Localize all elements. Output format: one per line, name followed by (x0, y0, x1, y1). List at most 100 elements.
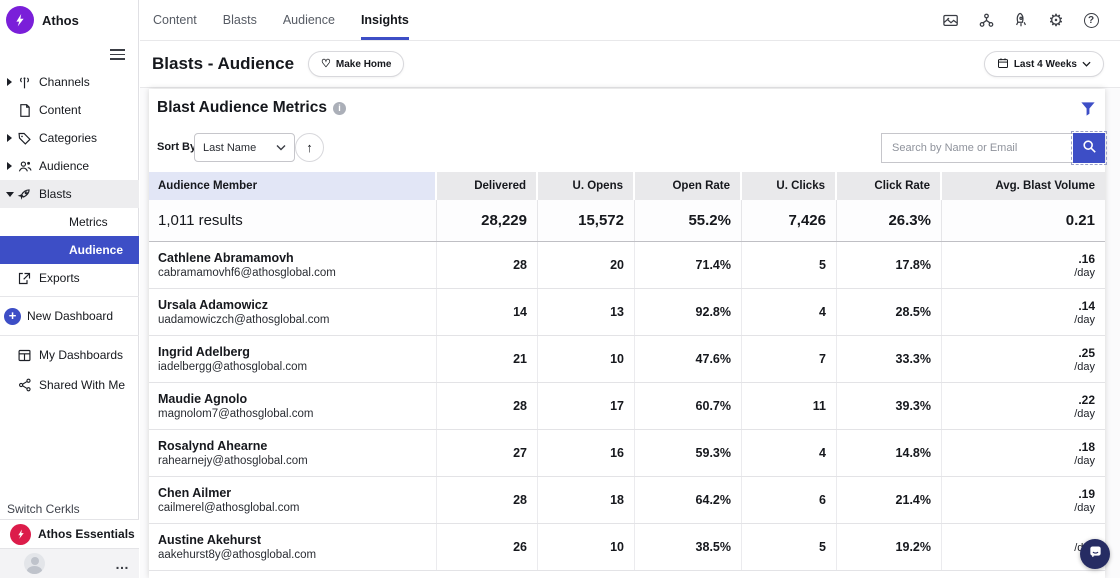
member-email: magnolom7@athosglobal.com (158, 408, 314, 420)
more-options-icon[interactable]: … (115, 556, 130, 572)
cell-u-clicks: 5 (742, 524, 837, 570)
table-row[interactable]: Austine Akehurst aakehurst8y@athosglobal… (149, 524, 1105, 571)
metrics-card: Blast Audience Metrics i Sort By: Last N… (149, 89, 1105, 578)
nav-item-blasts[interactable]: Blasts (223, 0, 257, 40)
table-row[interactable]: Maudie Agnolo magnolom7@athosglobal.com … (149, 383, 1105, 430)
media-library-icon[interactable] (942, 11, 960, 29)
antenna-icon (16, 73, 33, 91)
avg-value: .18 (1078, 440, 1095, 454)
avg-unit: /day (1074, 408, 1095, 420)
user-avatar[interactable] (24, 553, 45, 574)
cell-u-opens: 17 (538, 383, 635, 429)
col-header-delivered[interactable]: Delivered (437, 172, 538, 200)
member-email: cailmerel@athosglobal.com (158, 502, 299, 514)
summary-u-opens: 15,572 (538, 200, 635, 241)
cell-delivered: 27 (437, 430, 538, 476)
avg-value: .14 (1078, 299, 1095, 313)
sidebar-item-categories[interactable]: Categories (0, 124, 139, 152)
cell-delivered: 21 (437, 336, 538, 382)
member-name: Ingrid Adelberg (158, 345, 250, 359)
sidebar-item-blasts[interactable]: Blasts (0, 180, 139, 208)
nav-item-audience[interactable]: Audience (283, 0, 335, 40)
table-row[interactable]: Cathlene Abramamovh cabramamovhf6@athosg… (149, 242, 1105, 289)
cell-click-rate: 28.5% (837, 289, 942, 335)
filter-funnel-icon[interactable] (1079, 100, 1097, 118)
nav-item-content[interactable]: Content (153, 0, 197, 40)
sidebar-item-my-dashboards[interactable]: My Dashboards (0, 340, 139, 370)
athos-essentials-logo-icon (10, 524, 31, 545)
cell-click-rate: 19.2% (837, 524, 942, 570)
sitemap-icon[interactable] (977, 11, 995, 29)
chevron-down-icon (276, 142, 286, 154)
info-icon[interactable]: i (333, 102, 346, 115)
sidebar-item-shared-with-me[interactable]: Shared With Me (0, 370, 139, 400)
avg-value: .19 (1078, 487, 1095, 501)
table-row[interactable]: Ingrid Adelberg iadelbergg@athosglobal.c… (149, 336, 1105, 383)
col-header-avg-blast-volume[interactable]: Avg. Blast Volume (942, 172, 1105, 200)
help-icon[interactable]: ? (1082, 11, 1100, 29)
cell-open-rate: 47.6% (635, 336, 742, 382)
dashboard-grid-icon (16, 346, 33, 364)
member-name: Austine Akehurst (158, 533, 261, 547)
cell-open-rate: 64.2% (635, 477, 742, 523)
settings-gear-icon[interactable]: ⚙ (1047, 11, 1065, 29)
page-header: Blasts - Audience ♡ Make Home Last 4 Wee… (140, 41, 1120, 88)
chevron-down-icon[interactable] (5, 192, 14, 197)
sidebar-item-channels[interactable]: Channels (0, 68, 139, 96)
sidebar-item-exports[interactable]: Exports (0, 264, 139, 292)
member-email: aakehurst8y@athosglobal.com (158, 549, 316, 561)
col-header-open-rate[interactable]: Open Rate (635, 172, 742, 200)
sort-select[interactable]: Last Name (194, 133, 295, 162)
sidebar-item-audience[interactable]: Audience (0, 152, 139, 180)
sidebar-item-blasts-metrics[interactable]: Metrics (0, 208, 139, 236)
avg-value: .25 (1078, 346, 1095, 360)
date-range-selector[interactable]: Last 4 Weeks (984, 51, 1104, 77)
chevron-right-icon[interactable] (5, 134, 14, 142)
member-name: Chen Ailmer (158, 486, 231, 500)
search-input[interactable] (881, 133, 1073, 163)
table-row[interactable]: Chen Ailmer cailmerel@athosglobal.com 28… (149, 477, 1105, 524)
member-name: Rosalynd Ahearne (158, 439, 267, 453)
divider (0, 335, 139, 336)
col-header-u-clicks[interactable]: U. Clicks (742, 172, 837, 200)
athos-logo-icon (6, 6, 34, 34)
new-dashboard-button[interactable]: + New Dashboard (0, 301, 139, 331)
chevron-down-icon (1082, 59, 1091, 70)
col-header-audience-member[interactable]: Audience Member (149, 172, 437, 200)
org-switcher-athos-essentials[interactable]: Athos Essentials (0, 519, 139, 549)
brand[interactable]: Athos (6, 6, 79, 34)
sidebar-nav: Channels Content Categories (0, 68, 139, 400)
search-button[interactable] (1073, 133, 1105, 163)
cell-delivered: 26 (437, 524, 538, 570)
sort-direction-button[interactable]: ↑ (295, 133, 324, 162)
heart-icon: ♡ (321, 59, 331, 70)
nav-links: Content Blasts Audience Insights (153, 0, 409, 40)
col-header-u-opens[interactable]: U. Opens (538, 172, 635, 200)
people-icon (16, 157, 33, 175)
sidebar-item-content[interactable]: Content (0, 96, 139, 124)
cell-click-rate: 21.4% (837, 477, 942, 523)
rocket-icon[interactable] (1012, 11, 1030, 29)
table-row[interactable]: Ursala Adamowicz uadamowiczch@athosgloba… (149, 289, 1105, 336)
table-row[interactable]: Rosalynd Ahearne rahearnejy@athosglobal.… (149, 430, 1105, 477)
cell-delivered: 28 (437, 383, 538, 429)
cell-click-rate: 17.8% (837, 242, 942, 288)
cell-u-opens: 16 (538, 430, 635, 476)
chevron-right-icon[interactable] (5, 78, 14, 86)
results-count: 1,011 results (149, 200, 437, 241)
nav-item-insights[interactable]: Insights (361, 0, 409, 40)
hamburger-menu-icon[interactable] (110, 46, 125, 63)
chat-widget-button[interactable] (1080, 539, 1110, 569)
member-email: iadelbergg@athosglobal.com (158, 361, 307, 373)
col-header-click-rate[interactable]: Click Rate (837, 172, 942, 200)
member-name: Maudie Agnolo (158, 392, 247, 406)
chevron-right-icon[interactable] (5, 162, 14, 170)
cell-u-opens: 20 (538, 242, 635, 288)
member-email: cabramamovhf6@athosglobal.com (158, 267, 336, 279)
cell-u-clicks: 11 (742, 383, 837, 429)
sidebar-item-blasts-audience[interactable]: Audience (0, 236, 139, 264)
cell-u-opens: 13 (538, 289, 635, 335)
cell-open-rate: 71.4% (635, 242, 742, 288)
summary-open-rate: 55.2% (635, 200, 742, 241)
make-home-button[interactable]: ♡ Make Home (308, 51, 404, 77)
